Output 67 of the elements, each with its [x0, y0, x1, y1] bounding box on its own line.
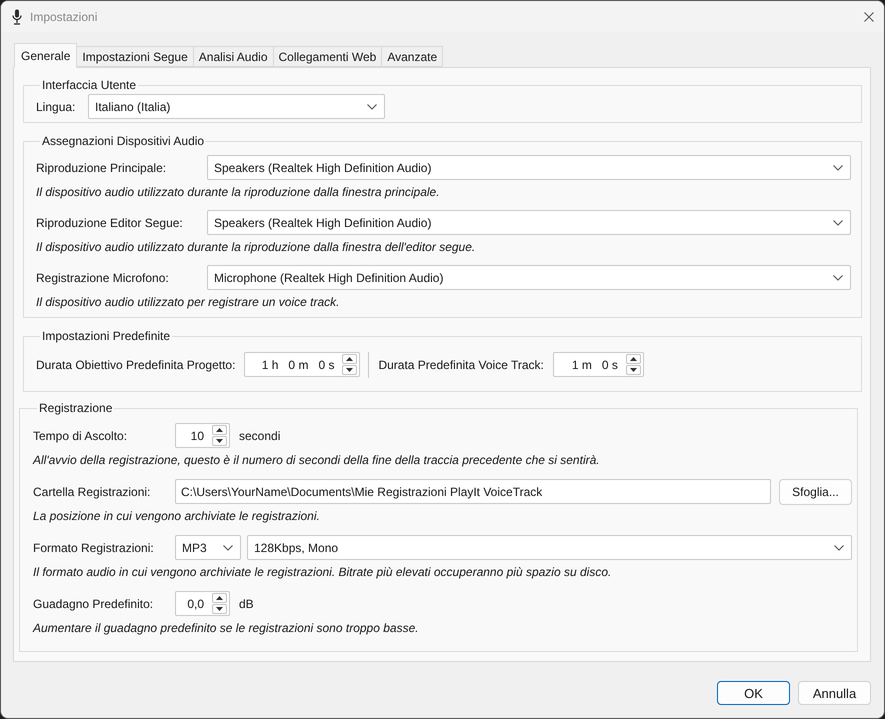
bitrate-dropdown[interactable]: 128Kbps, Mono [247, 535, 852, 560]
hint-text: Aumentare il guadagno predefinito se le registrazioni sono troppo basse. [33, 620, 420, 636]
window-title: Impostazioni [30, 10, 98, 24]
tab[interactable]: Avanzate [382, 46, 444, 67]
spin-down-button[interactable] [626, 365, 641, 375]
dropdown[interactable]: Italiano (Italia) [88, 94, 385, 119]
dropdown[interactable]: Microphone (Realtek High Definition Audio) [207, 265, 851, 290]
number-spin-field[interactable]: 0,0 [175, 591, 230, 616]
triangle-down-icon [216, 607, 223, 611]
spin-down-button[interactable] [212, 604, 227, 614]
hint-text: Il formato audio in cui vengono archiviate le registrazioni. Bitrate più elevati occuperanno più spazio su disco. [33, 564, 612, 580]
hint-text: Il dispositivo audio utilizzato durante la riproduzione dalla finestra principale. [36, 184, 441, 200]
hint-text: All'avvio della registrazione, questo è il numero di secondi della fine della traccia precedente che si sentirà. [33, 452, 601, 468]
triangle-down-icon [216, 439, 223, 443]
field-label: Cartella Registrazioni: [33, 484, 152, 498]
number-spin-field[interactable]: 10 [175, 423, 230, 448]
field-label: Riproduzione Editor Segue: [36, 216, 184, 230]
field-label: Lingua: [36, 100, 76, 114]
chevron-down-icon [833, 274, 843, 280]
dropdown[interactable]: Speakers (Realtek High Definition Audio) [207, 210, 851, 235]
group-title: Interfaccia Utente [41, 77, 138, 93]
triangle-down-icon [630, 368, 637, 372]
browse-button[interactable]: Sfoglia... [779, 478, 852, 504]
duration-spin-field[interactable]: 1 m 0 s [552, 352, 644, 377]
dialog-button[interactable]: OK [717, 681, 790, 705]
tab[interactable]: Analisi Audio [194, 46, 274, 67]
folder-path-field[interactable]: C:\Users\YourName\Documents\Mie Registrazioni PlayIt VoiceTrack [175, 479, 771, 504]
field-label: Registrazione Microfono: [36, 270, 170, 284]
group-title: Registrazione [38, 400, 114, 416]
field-label: Formato Registrazioni: [33, 540, 155, 554]
chevron-down-icon [223, 544, 233, 550]
field-label: Durata Predefinita Voice Track: [378, 358, 544, 372]
field-label: Durata Obiettivo Predefinita Progetto: [36, 358, 236, 372]
spin-up-button[interactable] [626, 354, 641, 364]
dropdown[interactable]: Speakers (Realtek High Definition Audio) [207, 155, 851, 180]
duration-spin-field[interactable]: 1 h 0 m 0 s [244, 352, 360, 377]
dialog-button[interactable]: Annulla [798, 681, 871, 705]
triangle-up-icon [216, 428, 223, 432]
hint-text: Il dispositivo audio utilizzato durante la riproduzione dalla finestra dell'editor segue. [36, 239, 476, 255]
chevron-down-icon [834, 544, 844, 550]
group-title: Assegnazioni Dispositivi Audio [41, 133, 206, 149]
format-dropdown[interactable]: MP3 [175, 535, 241, 560]
tab[interactable]: Collegamenti Web [274, 46, 382, 67]
hint-text: La posizione in cui vengono archiviate le registrazioni. [33, 508, 321, 524]
chevron-down-icon [833, 164, 843, 170]
hint-text: Il dispositivo audio utilizzato per registrare un voice track. [36, 294, 340, 310]
triangle-down-icon [346, 368, 354, 372]
field-label: Tempo di Ascolto: [33, 428, 128, 442]
microphone-icon [12, 8, 22, 24]
triangle-up-icon [630, 357, 637, 361]
group-title: Impostazioni Predefinite [41, 328, 172, 344]
triangle-up-icon [346, 357, 354, 361]
spin-up-button[interactable] [212, 425, 227, 435]
chevron-down-icon [833, 220, 843, 226]
triangle-up-icon [216, 596, 223, 600]
unit-label: dB [239, 596, 254, 610]
spin-down-button[interactable] [342, 365, 358, 375]
chevron-down-icon [367, 104, 377, 110]
tab[interactable]: Impostazioni Segue [77, 46, 194, 67]
close-icon[interactable] [864, 12, 874, 22]
unit-label: secondi [239, 428, 280, 442]
field-label: Riproduzione Principale: [36, 160, 168, 174]
field-label: Guadagno Predefinito: [33, 596, 154, 610]
tab[interactable]: Generale [14, 43, 78, 68]
spin-up-button[interactable] [342, 354, 358, 364]
spin-up-button[interactable] [212, 593, 227, 603]
spin-down-button[interactable] [212, 436, 227, 446]
